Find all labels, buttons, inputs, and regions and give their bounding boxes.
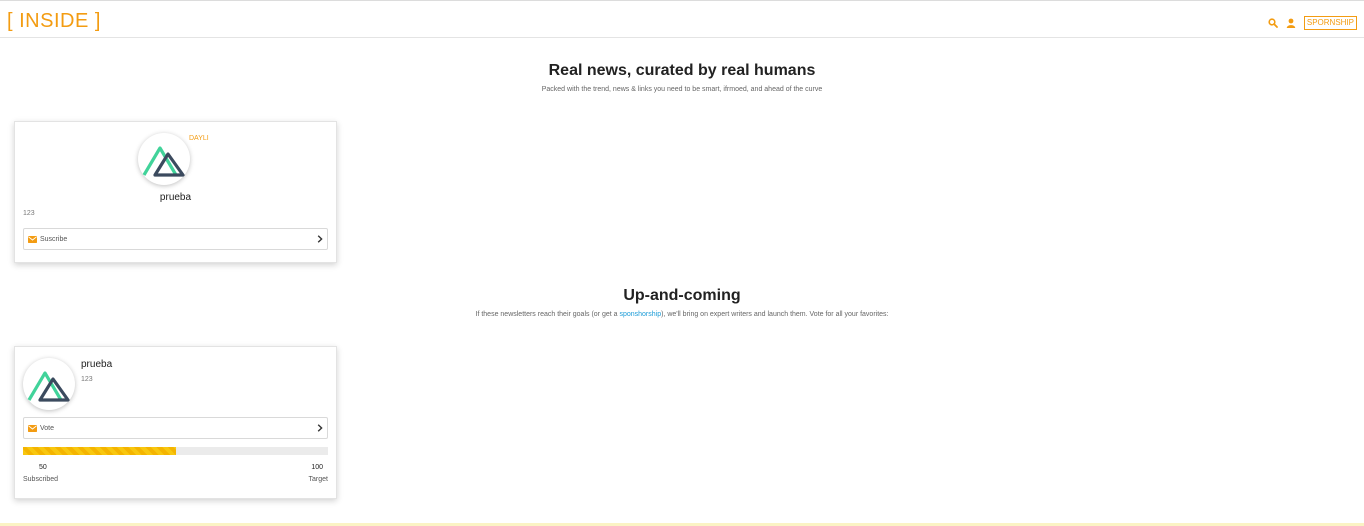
upcoming-subtitle-text: If these newsletters reach their goals (…: [475, 311, 620, 318]
envelope-icon: [28, 424, 37, 432]
featured-newsletter-card: DAYLI prueba 123 Suscribe: [14, 121, 337, 263]
hero-subtitle: Packed with the trend, news & links you …: [541, 86, 823, 93]
subscribe-label: Suscribe: [40, 235, 68, 243]
newsletter-name: prueba: [81, 359, 113, 370]
newsletter-avatar[interactable]: [23, 358, 75, 410]
subscriber-count: 123: [81, 376, 93, 383]
brand-logo[interactable]: [ INSIDE ]: [7, 9, 101, 33]
chevron-right-icon: [317, 235, 323, 243]
upcoming-subtitle: If these newsletters reach their goals (…: [0, 311, 1364, 318]
target-value: 100: [311, 464, 323, 471]
frequency-badge: DAYLI: [189, 135, 209, 142]
subscribed-value: 50: [39, 464, 47, 471]
goal-progress-bar: [23, 447, 328, 455]
navbar: [ INSIDE ] SPORNSHIP: [0, 0, 1364, 38]
mountain-logo-icon: [142, 146, 185, 177]
vote-button[interactable]: Vote: [23, 417, 328, 439]
vote-label: Vote: [40, 424, 55, 432]
upcoming-title: Up-and-coming: [623, 287, 741, 304]
mountain-logo-icon: [27, 371, 70, 402]
newsletter-name: prueba: [159, 192, 192, 203]
upcoming-subtitle-text-end: ), we'll bring on expert writers and lau…: [661, 311, 889, 318]
sponsorship-link[interactable]: sponshorship: [619, 311, 661, 318]
goal-progress-fill: [23, 447, 176, 455]
user-icon[interactable]: [1286, 18, 1296, 28]
upcoming-newsletter-card: prueba 123 Vote 50 Subscribed 100 Target: [14, 346, 337, 499]
hero-title: Real news, curated by real humans: [548, 62, 816, 79]
nav-actions: SPORNSHIP: [1268, 15, 1357, 31]
sponsorship-button[interactable]: SPORNSHIP: [1303, 16, 1357, 30]
subscribe-button[interactable]: Suscribe: [23, 228, 328, 250]
subscriber-count: 123: [23, 210, 35, 217]
chevron-right-icon: [317, 424, 323, 432]
subscribed-label: Subscribed: [23, 476, 59, 483]
target-label: Target: [308, 476, 328, 483]
search-icon[interactable]: [1268, 18, 1278, 28]
newsletter-avatar[interactable]: [138, 133, 190, 185]
envelope-icon: [28, 235, 37, 243]
